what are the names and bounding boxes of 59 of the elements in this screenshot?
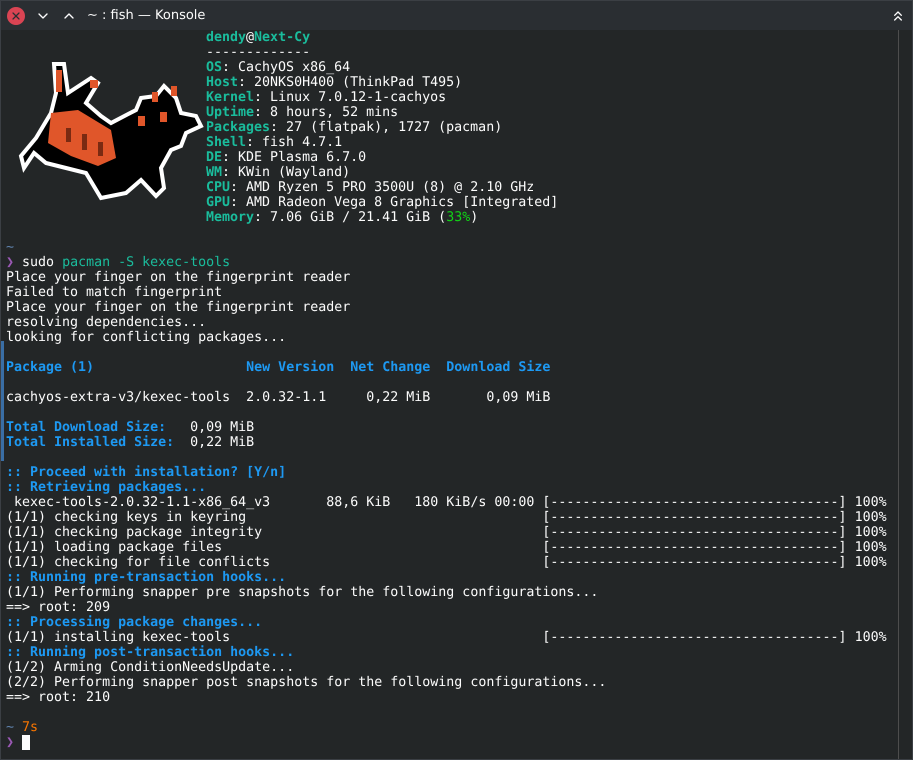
- percent-text: 100%: [854, 555, 887, 570]
- terminal-line: ==> root: 209: [6, 600, 110, 615]
- percent-text: 100%: [854, 495, 887, 510]
- terminal-line: (1/1) checking package integrity: [6, 525, 264, 540]
- terminal-line: (1/2) Arming ConditionNeedsUpdate...: [6, 660, 294, 675]
- percent-text: 100%: [854, 525, 887, 540]
- total-value: 0,09 MiB: [190, 420, 254, 435]
- separator-line: -------------: [206, 45, 312, 60]
- terminal-line: Failed to match fingerprint: [6, 285, 222, 300]
- progress-bar-text: [------------------------------------]: [542, 495, 847, 510]
- terminal-line: cachyos-extra-v3/kexec-tools 2.0.32-1.1 0,22 MiB 0,09 MiB: [6, 390, 550, 405]
- system-info-line: Memory: 7.06 GiB / 21.41 GiB (33%): [206, 210, 480, 225]
- progress-bar-text: [------------------------------------]: [542, 525, 847, 540]
- terminal-line: (1/1) checking for file conflicts: [6, 555, 272, 570]
- terminal-line: (1/1) installing kexec-tools: [6, 630, 232, 645]
- terminal-line: ==> root: 210: [6, 690, 110, 705]
- terminal-line: Place your finger on the fingerprint reader: [6, 300, 350, 315]
- total-value: 0,22 MiB: [190, 435, 254, 450]
- system-info-line: Shell: fish 4.7.1: [206, 135, 344, 150]
- terminal-line: ❯ sudo pacman -S kexec-tools: [6, 255, 230, 270]
- total-label: Total Download Size:: [6, 420, 168, 435]
- terminal-line: ~ 7s: [6, 720, 38, 735]
- progress-bar-text: [------------------------------------]: [542, 630, 847, 645]
- terminal-line: resolving dependencies...: [6, 315, 206, 330]
- terminal-line: (1/1) checking keys in keyring: [6, 510, 248, 525]
- window-title: ~ : fish — Konsole: [87, 6, 206, 25]
- system-info-line: WM: KWin (Wayland): [206, 165, 352, 180]
- progress-bar-text: [------------------------------------]: [542, 510, 847, 525]
- terminal-line: Package (1) New Version Net Change Download Size: [6, 360, 550, 375]
- system-info-line: Kernel: Linux 7.0.12-1-cachyos: [206, 90, 448, 105]
- system-info-line: OS: CachyOS x86_64: [206, 60, 352, 75]
- system-info-line: DE: KDE Plasma 6.7.0: [206, 150, 368, 165]
- close-button[interactable]: [7, 6, 25, 24]
- system-info-line: CPU: AMD Ryzen 5 PRO 3500U (8) @ 2.10 GHz: [206, 180, 536, 195]
- terminal-line: :: Running post-transaction hooks...: [6, 645, 294, 660]
- terminal-line: kexec-tools-2.0.32-1.1-x86_64_v3 88,6 KiB 180 KiB/s 00:00: [13, 495, 536, 510]
- percent-text: 100%: [854, 510, 887, 525]
- terminal-line: Place your finger on the fingerprint reader: [6, 270, 350, 285]
- terminal-line: ~: [6, 240, 14, 255]
- percent-text: 100%: [854, 630, 887, 645]
- total-label: Total Installed Size:: [6, 435, 176, 450]
- prompt-symbol: ❯: [6, 735, 14, 750]
- terminal-line: (1/1) Performing snapper pre snapshots for the following configurations...: [6, 585, 598, 600]
- percent-text: 100%: [854, 540, 887, 555]
- terminal-line: :: Proceed with installation? [Y/n]: [6, 465, 286, 480]
- terminal-line: (1/1) loading package files: [6, 540, 224, 555]
- progress-bar-text: [------------------------------------]: [542, 555, 847, 570]
- terminal-line: :: Retrieving packages...: [6, 480, 206, 495]
- terminal-line: (2/2) Performing snapper post snapshots for the following configurations...: [6, 675, 606, 690]
- user-host-line: dendy@Next-Cy: [206, 30, 312, 45]
- system-info-line: Packages: 27 (flatpak), 1727 (pacman): [206, 120, 504, 135]
- system-info-line: Host: 20NKS0H400 (ThinkPad T495): [206, 75, 464, 90]
- terminal-line: looking for conflicting packages...: [6, 330, 286, 345]
- terminal-line: :: Processing package changes...: [6, 615, 262, 630]
- terminal-line: :: Running pre-transaction hooks...: [6, 570, 286, 585]
- system-info-line: GPU: AMD Radeon Vega 8 Graphics [Integrated]: [206, 195, 558, 210]
- system-info-line: Uptime: 8 hours, 52 mins: [206, 105, 400, 120]
- close-icon: [10, 10, 22, 22]
- progress-bar-text: [------------------------------------]: [542, 540, 847, 555]
